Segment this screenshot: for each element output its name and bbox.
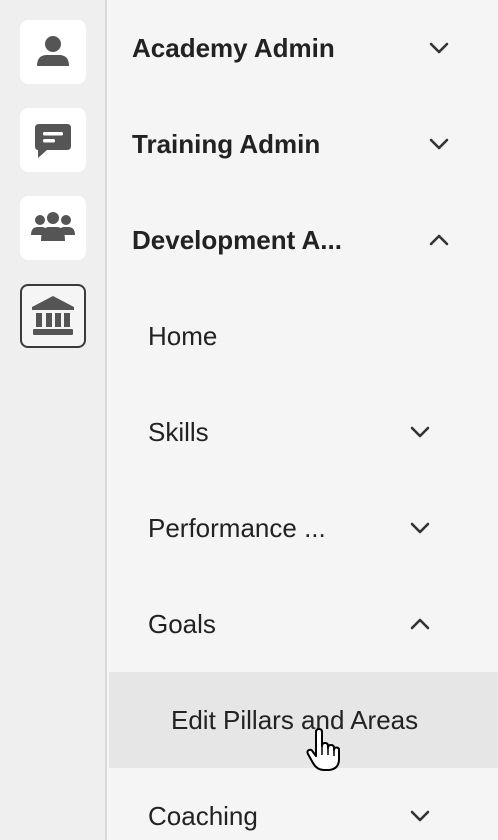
submenu-goals[interactable]: Goals bbox=[109, 576, 498, 672]
message-icon bbox=[35, 124, 71, 158]
institution-button[interactable] bbox=[20, 284, 86, 348]
submenu-coaching[interactable]: Coaching bbox=[109, 768, 498, 840]
menu-academy-admin-label: Academy Admin bbox=[132, 32, 335, 63]
menu-training-admin[interactable]: Training Admin bbox=[109, 96, 498, 192]
menu-academy-admin[interactable]: Academy Admin bbox=[109, 0, 498, 96]
submenu-coaching-label: Coaching bbox=[148, 800, 258, 831]
institution-icon bbox=[32, 296, 74, 335]
submenu-edit-pillars-and-areas[interactable]: Edit Pillars and Areas bbox=[109, 672, 498, 768]
submenu-performance[interactable]: Performance ... bbox=[109, 480, 498, 576]
user-icon bbox=[37, 36, 69, 66]
profile-button[interactable] bbox=[20, 20, 86, 84]
chevron-up-icon bbox=[410, 618, 430, 630]
submenu-skills-label: Skills bbox=[148, 416, 209, 447]
menu-training-admin-label: Training Admin bbox=[132, 128, 321, 159]
submenu-goals-label: Goals bbox=[148, 608, 216, 639]
menu-development-admin-label: Development A... bbox=[132, 224, 342, 255]
submenu-performance-label: Performance ... bbox=[148, 512, 326, 543]
chevron-up-icon bbox=[429, 234, 449, 246]
chevron-down-icon bbox=[410, 810, 430, 822]
menu-development-admin[interactable]: Development A... bbox=[109, 192, 498, 288]
submenu-home[interactable]: Home bbox=[109, 288, 498, 384]
navigation-panel: Academy Admin Training Admin Development… bbox=[109, 0, 498, 840]
chevron-down-icon bbox=[410, 522, 430, 534]
icon-rail bbox=[0, 0, 107, 840]
messages-button[interactable] bbox=[20, 108, 86, 172]
group-icon bbox=[31, 212, 75, 241]
chevron-down-icon bbox=[410, 426, 430, 438]
chevron-down-icon bbox=[429, 138, 449, 150]
submenu-edit-pillars-label: Edit Pillars and Areas bbox=[171, 704, 419, 735]
groups-button[interactable] bbox=[20, 196, 86, 260]
submenu-skills[interactable]: Skills bbox=[109, 384, 498, 480]
submenu-home-label: Home bbox=[148, 320, 218, 351]
chevron-down-icon bbox=[429, 42, 449, 54]
